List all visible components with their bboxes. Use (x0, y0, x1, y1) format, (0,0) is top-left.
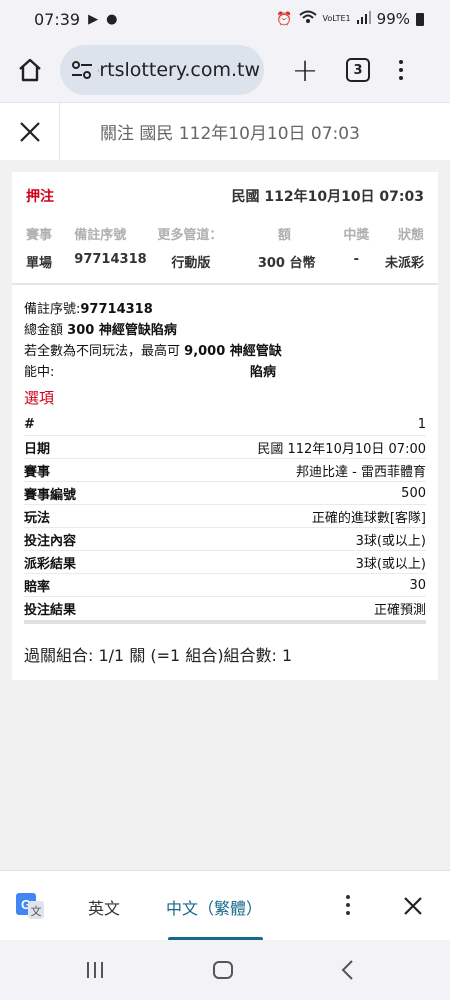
site-settings-icon[interactable] (70, 60, 98, 80)
address-bar[interactable]: sportslottery.com.tw (60, 45, 264, 95)
summary-header: 狀態 (397, 228, 424, 243)
combo-summary: 過關組合: 1/1 關 (=1 組合)組合數: 1 (24, 646, 293, 665)
battery-percent: 99% (376, 10, 410, 28)
serial-label: 備註序號: (24, 302, 81, 317)
row-value: 500 (401, 485, 426, 501)
battery-icon (416, 12, 424, 26)
table-row: 投注結果 正確預測 (24, 597, 426, 620)
summary-value: - (353, 252, 360, 267)
table-row: 日期 民國 112年10月10日 07:00 (24, 436, 426, 459)
row-key: 投注結果 (24, 603, 77, 618)
status-time: 07:39 (34, 9, 81, 29)
close-icon (404, 897, 422, 915)
row-value: 民國 112年10月10日 07:00 (257, 441, 426, 457)
summary-value: 單場 (26, 256, 53, 271)
row-value: 3球(或以上) (355, 533, 426, 549)
tab-switcher-button[interactable]: 3 (346, 58, 370, 82)
bet-summary: 賽事 單場 備註序號 97714318 更多管道： 行動版 額 300 台幣 中… (26, 224, 424, 271)
table-row: 賽事 邦迪比達 - 雷西菲體育 (24, 459, 426, 482)
row-key: 投注內容 (24, 533, 77, 549)
page-header: 關注 國民 112年10月10日 07:03 (0, 102, 450, 161)
options-table: #1 日期 民國 112年10月10日 07:00 賽事 邦迪比達 - 雷西菲體育 … (24, 413, 426, 624)
bet-detail-card: 押注 民國 112年10月10日 07:03 賽事 單場 備註序號 977143… (12, 172, 438, 680)
youtube-icon: ▶ (88, 11, 99, 27)
svg-text:文: 文 (31, 904, 42, 918)
target-language-tab[interactable]: 中文（繁體） (166, 895, 262, 919)
row-value: 3球(或以上) (355, 556, 426, 572)
options-title: 選項 (24, 389, 55, 407)
win-value: 陷病 (250, 365, 277, 380)
row-value: 正確預測 (373, 603, 426, 618)
row-key: 玩法 (24, 510, 51, 526)
home-nav-button[interactable] (213, 961, 233, 979)
browser-menu-button[interactable] (376, 60, 426, 80)
row-value: 1 (417, 416, 426, 432)
row-key: 賠率 (24, 579, 51, 595)
summary-header: 中獎 (343, 228, 370, 243)
row-key: 賽事編號 (24, 487, 77, 503)
serial-value: 97714318 (80, 302, 153, 317)
alarm-icon: ⏰ (276, 11, 293, 27)
system-nav-bar (0, 940, 450, 1000)
summary-value: 300 台幣 (257, 256, 316, 271)
home-button[interactable] (0, 38, 60, 102)
table-row: 賽事編號 500 (24, 482, 426, 505)
translate-more-button[interactable] (346, 895, 350, 915)
table-row: #1 (24, 413, 426, 436)
chat-icon: ● (106, 11, 118, 27)
bet-title: 押注 (26, 189, 54, 205)
row-key: 賽事 (24, 464, 51, 480)
close-button[interactable] (0, 102, 60, 161)
table-row: 賠率 30 (24, 574, 426, 597)
summary-header: 備註序號 (74, 228, 127, 243)
table-row: 派彩結果 3球(或以上) (24, 551, 426, 574)
wifi-icon (298, 10, 317, 28)
recent-apps-button[interactable] (87, 962, 103, 978)
max-value: 9,000 神經管缺 (184, 344, 282, 359)
table-row: 玩法 正確的進球數[客隊] (24, 505, 426, 528)
browser-toolbar: sportslottery.com.tw + 3 (0, 38, 450, 102)
translate-close-button[interactable] (403, 896, 423, 920)
back-icon (341, 960, 353, 980)
summary-value: 行動版 (171, 256, 211, 271)
row-value: 邦迪比達 - 雷西菲體育 (296, 464, 426, 480)
win-label: 能中: (24, 365, 55, 380)
signal-icon (356, 10, 371, 28)
page-title: 關注 國民 112年10月10日 07:03 (100, 124, 360, 144)
volte-label: VoLTE1 (322, 14, 351, 23)
total-value: 300 神經管缺陷病 (67, 323, 177, 338)
summary-value: 97714318 (74, 252, 147, 267)
home-icon (19, 58, 41, 82)
max-text: 若全數為不同玩法，最高可 (24, 344, 181, 359)
summary-value: 未派彩 (384, 256, 424, 271)
new-tab-button[interactable]: + (270, 54, 340, 86)
translate-bar: G文 英文 中文（繁體） (0, 870, 450, 941)
close-icon (19, 121, 40, 142)
url-text[interactable]: sportslottery.com.tw (98, 59, 260, 81)
status-bar: 07:39 ▶ ● ⏰ VoLTE1 99% (0, 0, 450, 38)
table-end-bar (24, 620, 426, 624)
google-translate-icon[interactable]: G文 (16, 893, 44, 921)
back-button[interactable] (340, 959, 354, 985)
row-value: 正確的進球數[客隊] (311, 510, 426, 526)
table-row: 投注內容 3球(或以上) (24, 528, 426, 551)
summary-header: 賽事 (26, 228, 53, 243)
row-key: 派彩結果 (24, 556, 77, 572)
row-value: 30 (409, 577, 426, 593)
summary-header: 更多管道： (157, 228, 223, 243)
row-key: 日期 (24, 441, 51, 457)
summary-header: 額 (277, 228, 291, 243)
bet-date: 民國 112年10月10日 07:03 (231, 189, 425, 205)
row-key: # (24, 416, 35, 432)
total-label: 總金額 (24, 323, 64, 338)
source-language-tab[interactable]: 英文 (88, 895, 120, 919)
